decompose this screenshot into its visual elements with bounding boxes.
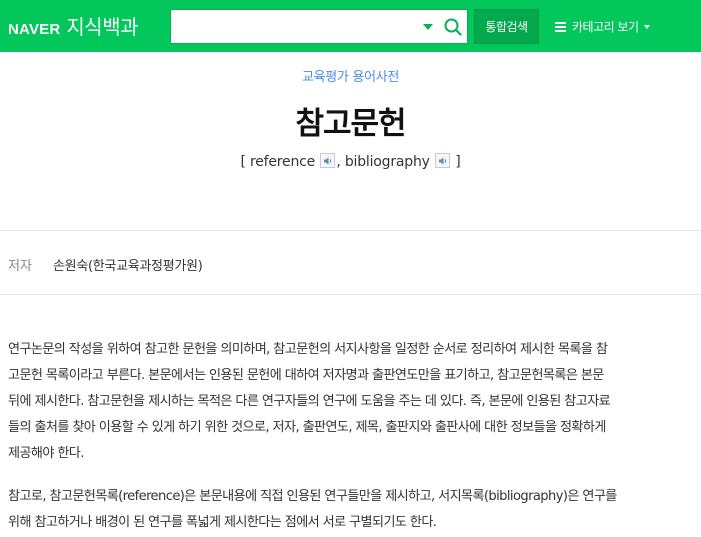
paragraph-line: 위해 참고하거나 배경이 된 연구를 폭넓게 제시한다는 점에서 서로 구별되기… [8, 515, 437, 530]
divider [0, 230, 701, 231]
naver-wordmark: NAVER [8, 21, 61, 38]
service-name: 지식백과 [66, 15, 139, 39]
author-label: 저자 [8, 259, 32, 274]
naver-logo[interactable]: NAVER 지식백과 [8, 11, 139, 39]
search-icon [444, 18, 462, 36]
category-label: 카테고리 보기 [572, 20, 639, 34]
top-header: NAVER 지식백과 통합검색 카테고리 보기 [0, 0, 701, 52]
term-reference: reference [250, 154, 316, 170]
body-paragraph-1: 연구논문의 작성을 위하여 참고한 문헌을 의미하며, 참고문헌의 서지사항을 … [8, 337, 698, 467]
speaker-icon [439, 157, 447, 165]
paragraph-line: 연구논문의 작성을 위하여 참고한 문헌을 의미하며, 참고문헌의 서지사항을 … [8, 342, 608, 357]
term-separator: , [336, 154, 341, 170]
paragraph-line: 고문헌 목록이라고 부른다. 본문에서는 인용된 문헌에 대하여 저자명과 출판… [8, 368, 604, 383]
page-title: 참고문헌 [295, 106, 406, 142]
paragraph-line: 제공해야 한다. [8, 446, 84, 461]
dictionary-link[interactable]: 교육평가 용어사전 [0, 66, 701, 85]
body-paragraph-2: 참고로, 참고문헌목록(reference)은 본문내용에 직접 인용된 연구들… [8, 484, 698, 536]
dictionary-name[interactable]: 교육평가 용어사전 [302, 70, 399, 85]
term-bibliography: bibliography [344, 154, 430, 170]
search-input[interactable] [171, 10, 411, 43]
paragraph-line: 참고로, 참고문헌목록(reference)은 본문내용에 직접 인용된 연구들… [8, 489, 617, 504]
open-bracket: [ [240, 154, 246, 170]
search-box [170, 9, 468, 44]
paragraph-line: 들의 출처를 찾아 이용할 수 있게 하기 위한 것으로, 저자, 출판연도, … [8, 420, 606, 435]
author-name: 손원숙(한국교육과정평가원) [53, 259, 203, 274]
original-terms: [ reference , bibliography ] [0, 153, 701, 170]
caret-down-icon [643, 25, 650, 29]
speaker-icon [324, 157, 332, 165]
pronunciation-button-bibliography[interactable] [435, 153, 450, 168]
category-menu-button[interactable]: 카테고리 보기 [555, 9, 650, 44]
list-icon [555, 21, 566, 32]
pronunciation-button-reference[interactable] [320, 153, 336, 168]
paragraph-line: 뒤에 제시한다. 참고문헌을 제시하는 목적은 다른 연구자들의 연구에 도움을… [8, 394, 611, 409]
total-search-button[interactable]: 통합검색 [474, 9, 539, 44]
autocomplete-toggle[interactable] [419, 10, 437, 43]
close-bracket: ] [455, 154, 461, 170]
divider [0, 294, 701, 295]
search-button[interactable] [439, 10, 467, 43]
chevron-down-icon [423, 23, 433, 30]
